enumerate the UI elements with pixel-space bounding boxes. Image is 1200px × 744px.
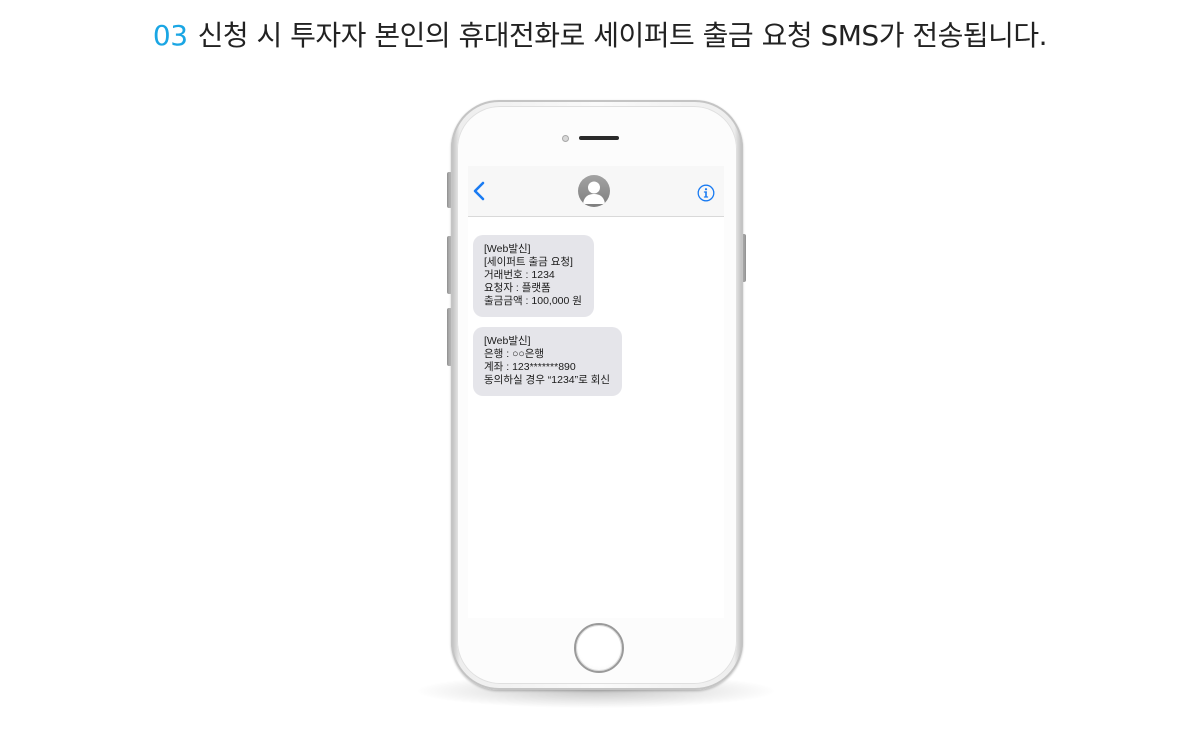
message-line: 동의하실 경우 “1234”로 회신 — [484, 374, 611, 386]
page: 03 신청 시 투자자 본인의 휴대전화로 세이퍼트 출금 요청 SMS가 전송됩… — [0, 0, 1200, 744]
message-line: [세이퍼트 출금 요청] — [484, 256, 573, 268]
step-heading: 03 신청 시 투자자 본인의 휴대전화로 세이퍼트 출금 요청 SMS가 전송됩… — [0, 14, 1200, 54]
chevron-left-icon[interactable] — [472, 181, 486, 201]
phone-screen: [Web발신] [세이퍼트 출금 요청] 거래번호 : 1234 요청자 : 플… — [468, 166, 724, 618]
step-description: 신청 시 투자자 본인의 휴대전화로 세이퍼트 출금 요청 SMS가 전송됩니다… — [197, 19, 1048, 52]
front-camera — [562, 135, 569, 142]
message-line: [Web발신] — [484, 335, 531, 347]
message-line: 계좌 : 123*******890 — [484, 361, 576, 373]
messages-nav-bar — [468, 166, 724, 217]
message-line: 요청자 : 플랫폼 — [484, 282, 551, 294]
sms-message-bubble: [Web발신] 은행 : ○○은행 계좌 : 123*******890 동의하… — [473, 327, 623, 396]
step-number: 03 — [152, 19, 188, 52]
info-circle-icon[interactable] — [697, 184, 715, 202]
contact-avatar-icon[interactable] — [578, 175, 610, 207]
home-button[interactable] — [574, 623, 624, 673]
sms-message-bubble: [Web발신] [세이퍼트 출금 요청] 거래번호 : 1234 요청자 : 플… — [473, 235, 594, 317]
message-line: 거래번호 : 1234 — [484, 269, 555, 281]
message-line: 출금금액 : 100,000 원 — [484, 295, 582, 307]
earpiece-speaker — [579, 136, 619, 140]
message-line: [Web발신] — [484, 243, 531, 255]
person-silhouette-icon — [583, 181, 605, 204]
message-line: 은행 : ○○은행 — [484, 348, 545, 360]
